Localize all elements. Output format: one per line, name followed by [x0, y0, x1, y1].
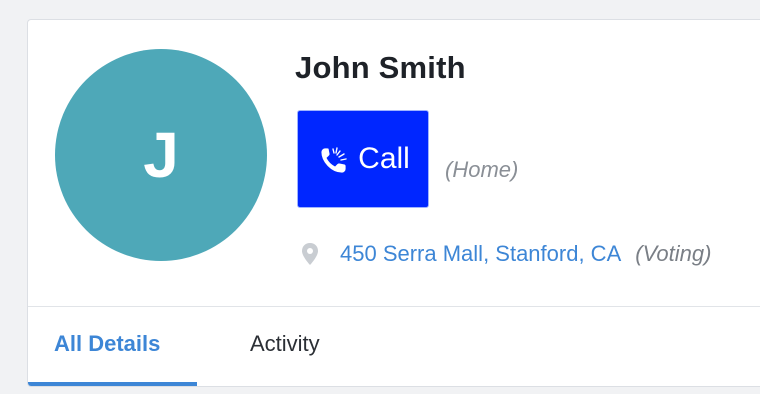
address-link[interactable]: 450 Serra Mall, Stanford, CA — [340, 241, 621, 267]
address-row: 450 Serra Mall, Stanford, CA (Voting) — [300, 241, 711, 267]
active-tab-indicator — [28, 382, 197, 386]
tab-activity[interactable]: Activity — [250, 331, 320, 357]
header-divider — [28, 306, 760, 307]
call-button-label: Call — [358, 142, 410, 175]
phone-icon — [320, 147, 347, 174]
phone-type-label: (Home) — [445, 157, 519, 182]
map-pin-icon — [302, 243, 318, 265]
call-button[interactable]: Call — [297, 110, 429, 208]
contact-name: John Smith — [295, 50, 466, 85]
avatar: J — [55, 49, 267, 261]
contact-card: J John Smith Call (Home) 450 Serra Mall,… — [27, 19, 760, 387]
avatar-initial: J — [143, 119, 179, 191]
address-type-label: (Voting) — [635, 241, 712, 266]
tab-all-details[interactable]: All Details — [54, 331, 160, 357]
